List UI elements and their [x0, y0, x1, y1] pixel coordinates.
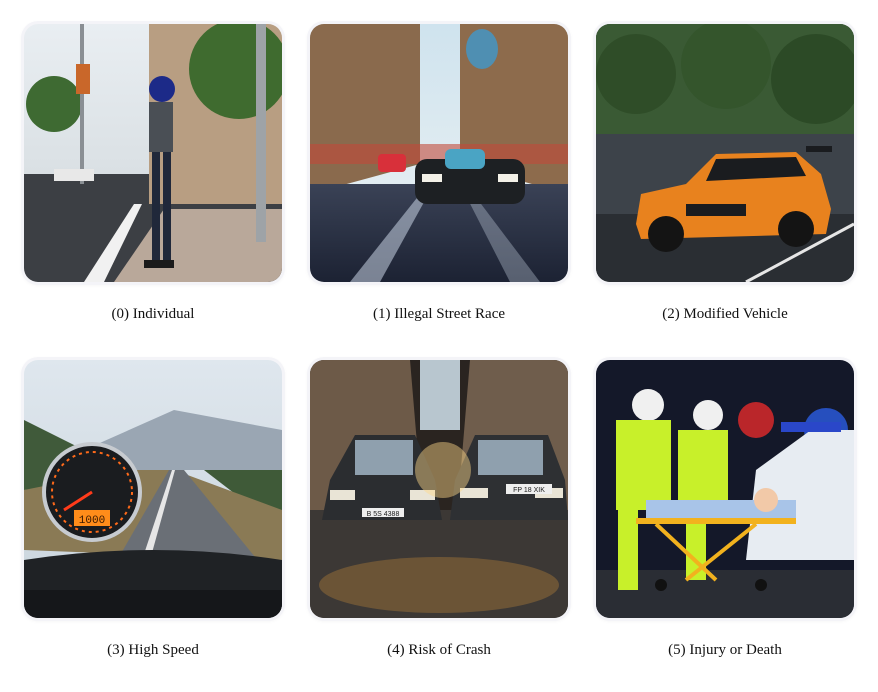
- caption-individual: (0) Individual: [111, 306, 195, 322]
- panel-illegal-street-race: (1) Illegal Street Race: [310, 24, 568, 322]
- caption-modified-vehicle: (2) Modified Vehicle: [662, 306, 788, 322]
- image-grid: (0) Individual (1) Illegal Street Race (…: [0, 0, 878, 692]
- right-car-plate: FP 18 XIK: [513, 487, 545, 494]
- speedometer-road-image: 1000: [24, 360, 282, 618]
- caption-high-speed: (3) High Speed: [107, 642, 199, 658]
- orange-sports-car-image: [596, 24, 854, 282]
- caption-illegal-street-race: (1) Illegal Street Race: [372, 306, 506, 322]
- caption-risk-of-crash: (4) Risk of Crash: [387, 642, 491, 658]
- caption-injury-or-death: (5) Injury or Death: [668, 642, 782, 658]
- panel-modified-vehicle: (2) Modified Vehicle: [596, 24, 854, 322]
- panel-injury-or-death: (5) Injury or Death: [596, 360, 854, 658]
- panel-risk-of-crash: B 5S 4388 FP 18 XIK (4) Risk of Crash: [310, 360, 568, 658]
- two-cars-collision-image: B 5S 4388 FP 18 XIK: [310, 360, 568, 618]
- panel-high-speed: 1000 (3) High Speed: [24, 360, 282, 658]
- race-car-city-street-image: [310, 24, 568, 282]
- left-car-plate: B 5S 4388: [367, 511, 400, 518]
- speedometer-readout: 1000: [79, 515, 105, 527]
- person-at-curb-image: [24, 24, 282, 282]
- paramedics-stretcher-image: [596, 360, 854, 618]
- panel-individual: (0) Individual: [24, 24, 282, 322]
